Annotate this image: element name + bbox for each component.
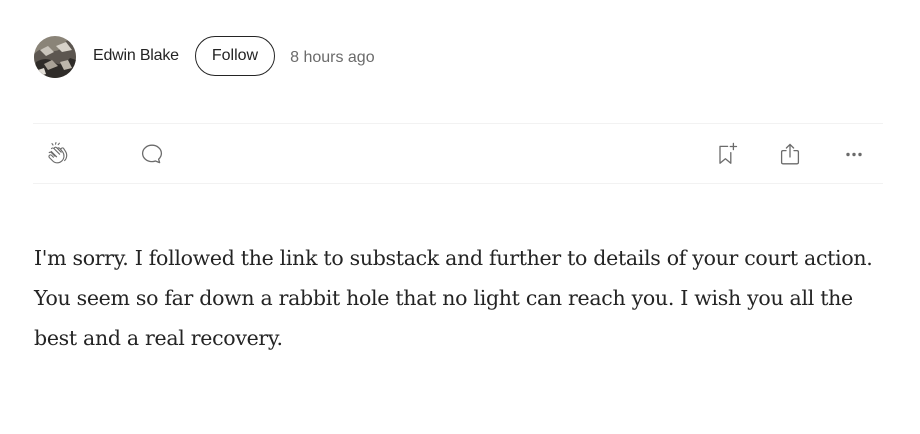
author-name[interactable]: Edwin Blake bbox=[93, 47, 179, 65]
share-icon[interactable] bbox=[777, 141, 803, 167]
action-bar bbox=[33, 123, 883, 184]
bookmark-add-icon[interactable] bbox=[714, 141, 740, 167]
timestamp: 8 hours ago bbox=[290, 49, 375, 66]
response-paragraph: I'm sorry. I followed the link to substa… bbox=[34, 246, 873, 270]
speech-bubble-icon[interactable] bbox=[139, 141, 165, 167]
more-dots-icon[interactable] bbox=[841, 141, 867, 167]
follow-button[interactable]: Follow bbox=[194, 36, 276, 76]
response-paragraph: You seem so far down a rabbit hole that … bbox=[34, 286, 853, 350]
author-row: Edwin Blake Follow 8 hours ago bbox=[34, 35, 375, 79]
response-body: I'm sorry. I followed the link to substa… bbox=[34, 238, 894, 358]
avatar[interactable] bbox=[34, 36, 76, 78]
clap-icon[interactable] bbox=[45, 141, 71, 167]
